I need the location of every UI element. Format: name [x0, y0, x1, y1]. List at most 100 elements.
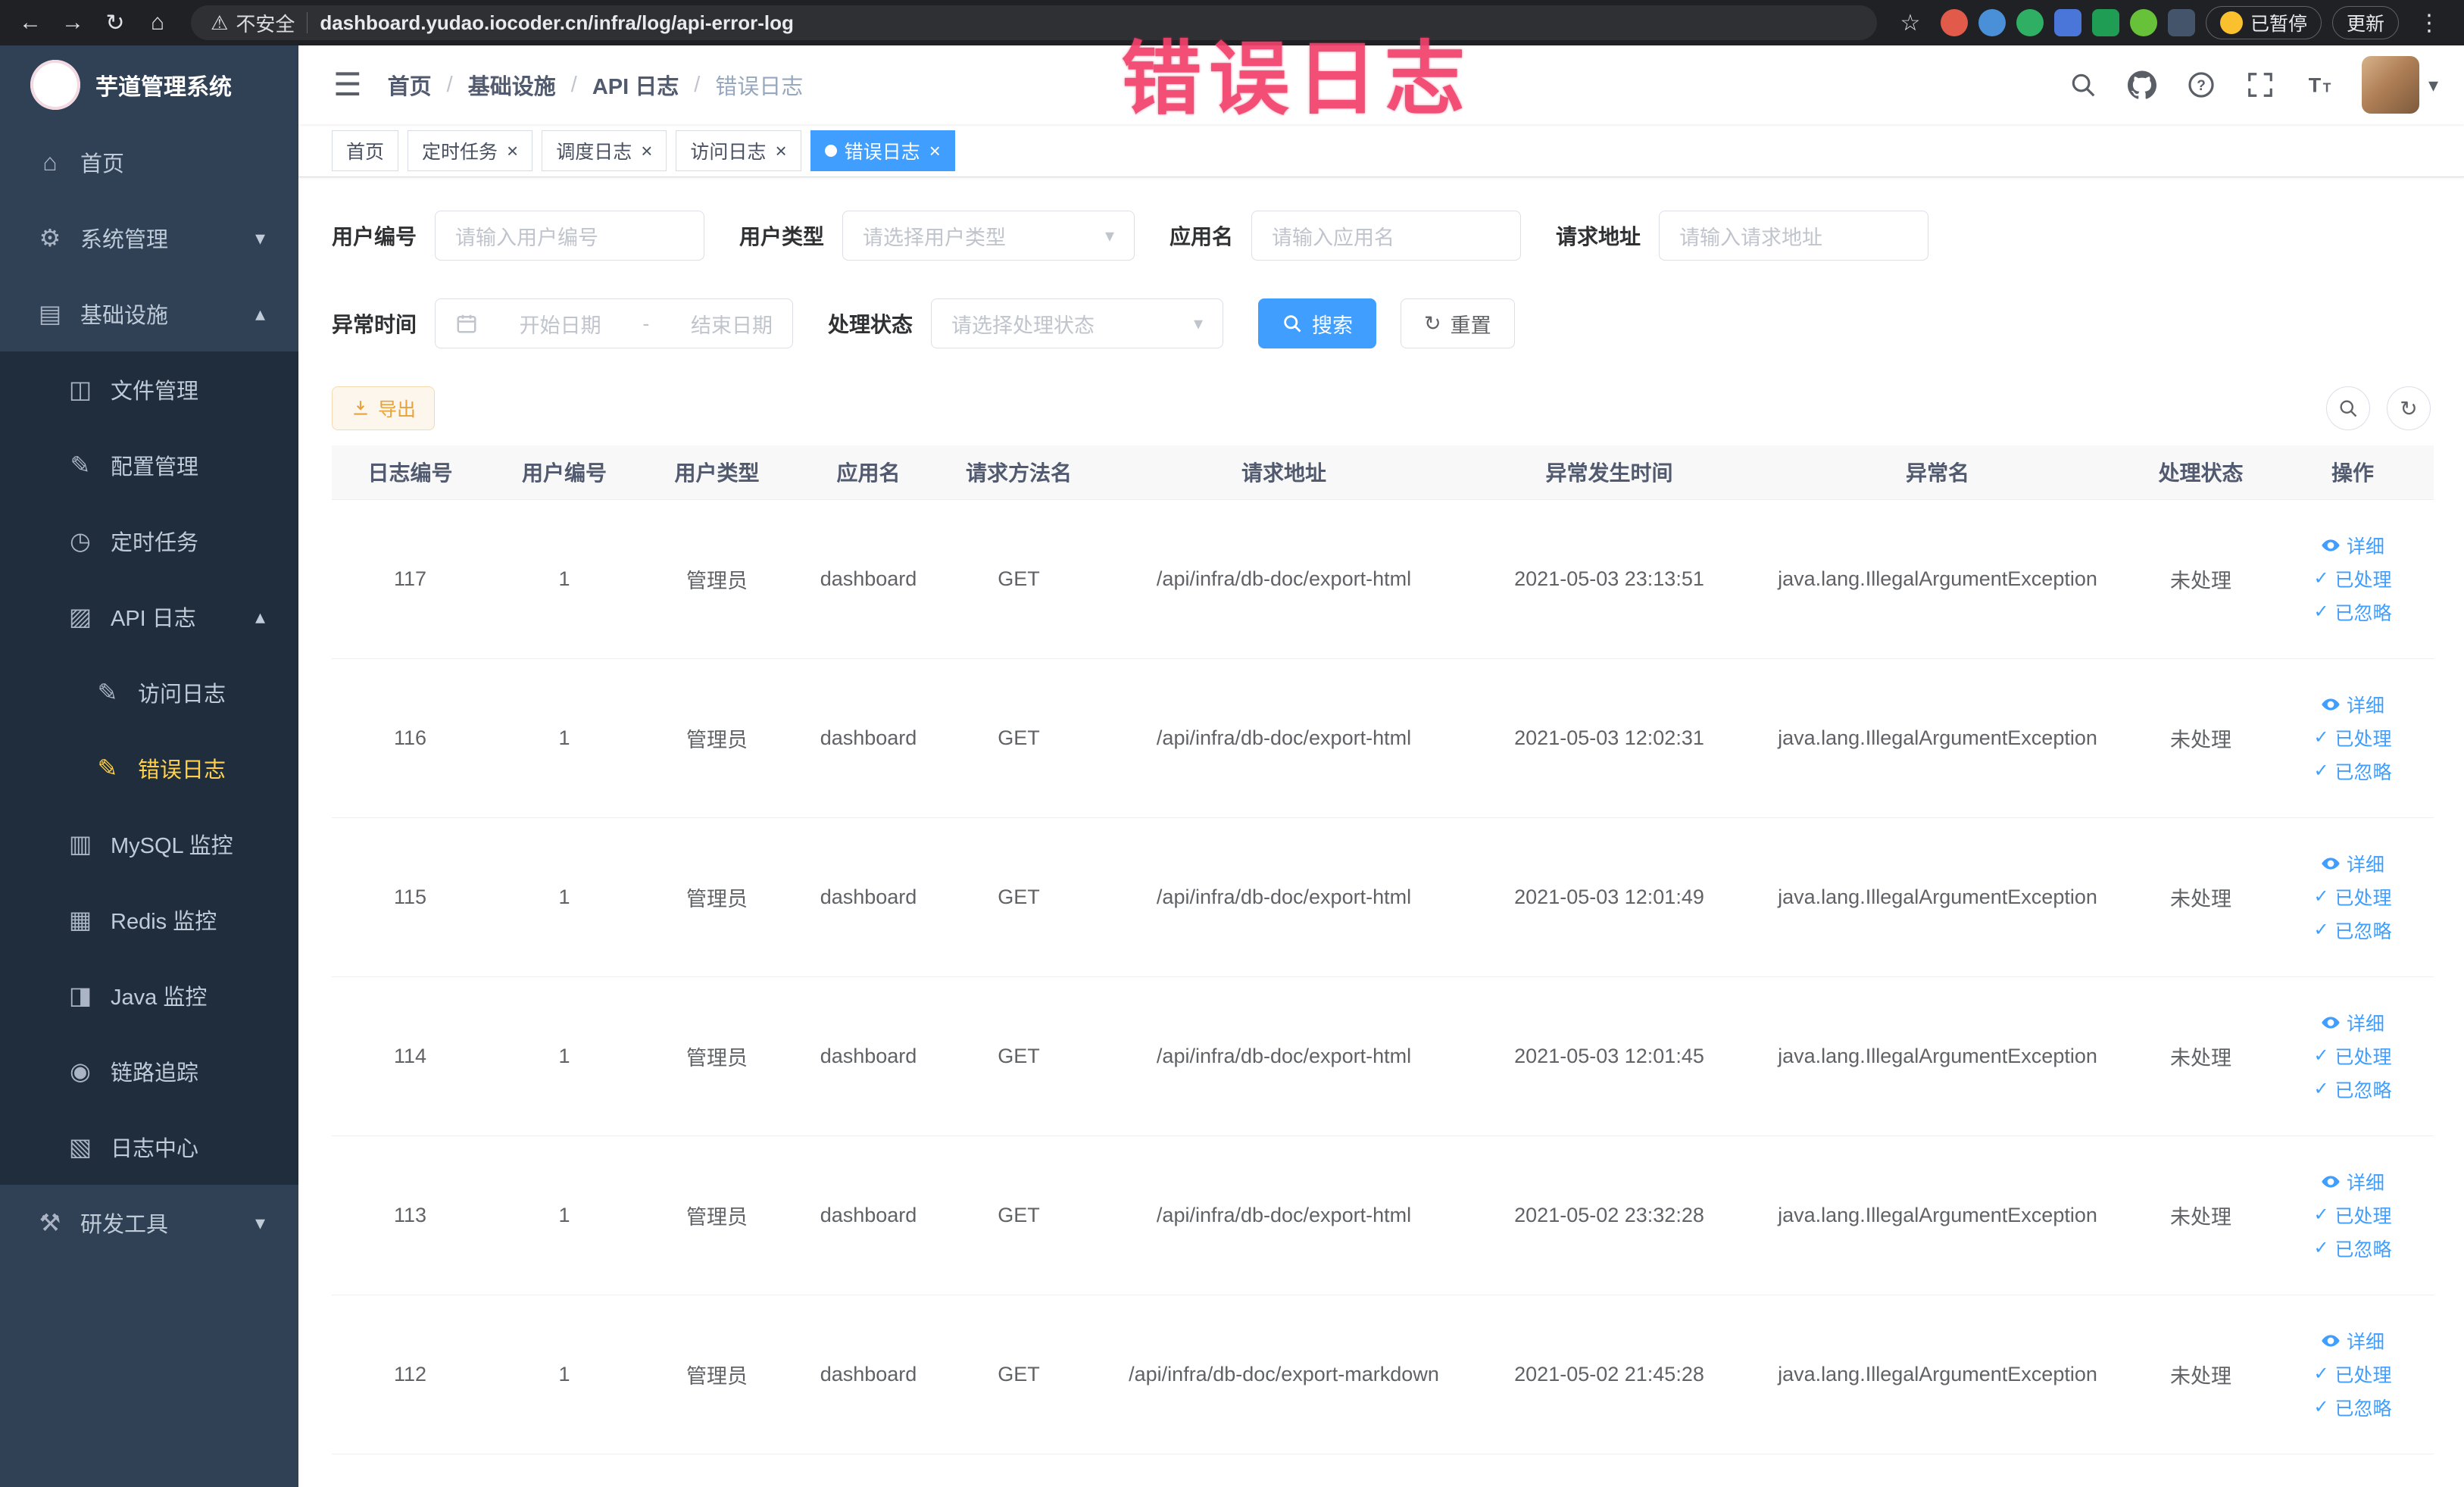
mark-processed-link[interactable]: ✓ 已处理	[2279, 1360, 2426, 1388]
sidebar-item[interactable]: ◷ 定时任务	[0, 503, 298, 579]
action-label: 已处理	[2334, 1047, 2392, 1068]
action-label: 已处理	[2334, 888, 2392, 909]
detail-link[interactable]: 详细	[2279, 1327, 2426, 1354]
sidebar-item[interactable]: ▥ MySQL 监控	[0, 806, 298, 882]
process-status-select[interactable]: 请选择处理状态 ▾	[931, 298, 1224, 348]
request-url-input[interactable]: 请输入请求地址	[1659, 211, 1929, 261]
breadcrumb-item[interactable]: 首页	[388, 69, 432, 101]
mark-ignored-link[interactable]: ✓ 已忽略	[2279, 1394, 2426, 1421]
search-toggle-button[interactable]	[2326, 386, 2370, 430]
sidebar-item[interactable]: ◫ 文件管理	[0, 351, 298, 427]
sidebar-item[interactable]: ⌂ 首页	[0, 124, 298, 200]
extension-icon[interactable]	[2167, 9, 2195, 36]
github-icon[interactable]	[2125, 68, 2159, 102]
extension-icon[interactable]	[2091, 9, 2119, 36]
sidebar-item-label: MySQL 监控	[111, 834, 233, 858]
tag-1[interactable]: 定时任务 ×	[408, 130, 533, 171]
fullscreen-icon[interactable]	[2244, 68, 2277, 102]
logo-image	[30, 60, 80, 110]
actions-cell: 详细 ✓ 已处理 ✓ 已忽略	[2272, 976, 2434, 1136]
not-secure-warning[interactable]: ⚠ 不安全	[211, 9, 295, 37]
address-bar[interactable]: ⚠ 不安全 dashboard.yudao.iocoder.cn/infra/l…	[191, 5, 1877, 40]
sidebar-item[interactable]: ▧ 日志中心	[0, 1109, 298, 1185]
mark-processed-link[interactable]: ✓ 已处理	[2279, 1201, 2426, 1229]
update-button[interactable]: 更新	[2331, 6, 2399, 39]
browser-menu-icon[interactable]: ⋮	[2409, 3, 2449, 42]
extension-icon[interactable]	[2053, 9, 2081, 36]
browser-home-icon[interactable]: ⌂	[138, 3, 177, 42]
sidebar-item[interactable]: ▤ 基础设施 ▴	[0, 276, 298, 351]
close-icon[interactable]: ×	[775, 141, 786, 161]
export-button[interactable]: 导出	[332, 386, 436, 430]
paused-badge[interactable]: 已暂停	[2205, 6, 2322, 39]
extension-icon[interactable]	[1940, 9, 1968, 36]
search-button[interactable]: 搜索	[1258, 298, 1377, 348]
refresh-button[interactable]: ↻	[2387, 386, 2431, 430]
app-logo[interactable]: 芋道管理系统	[0, 45, 298, 124]
close-icon[interactable]: ×	[641, 141, 652, 161]
hamburger-icon[interactable]: ☰	[333, 69, 362, 101]
sidebar-item[interactable]: ✎ 错误日志	[0, 730, 298, 806]
extension-icon[interactable]	[1978, 9, 2006, 36]
sidebar-item[interactable]: ◨ Java 监控	[0, 957, 298, 1033]
detail-link[interactable]: 详细	[2279, 691, 2426, 718]
detail-link[interactable]: 详细	[2279, 1168, 2426, 1195]
log-center-icon: ▧	[68, 1133, 92, 1161]
mark-processed-link[interactable]: ✓ 已处理	[2279, 1042, 2426, 1070]
close-icon[interactable]: ×	[507, 141, 518, 161]
user-id-input[interactable]: 请输入用户编号	[435, 211, 705, 261]
tag-2[interactable]: 调度日志 ×	[542, 130, 667, 171]
table-cell: 管理员	[640, 658, 794, 818]
svg-text:T: T	[2323, 80, 2331, 95]
mark-processed-link[interactable]: ✓ 已处理	[2279, 883, 2426, 911]
date-range-picker[interactable]: 开始日期 - 结束日期	[435, 298, 794, 348]
breadcrumb-item[interactable]: API 日志	[592, 69, 679, 101]
sidebar-item[interactable]: ⚙ 系统管理 ▾	[0, 200, 298, 276]
caret-down-icon: ▾	[2428, 73, 2438, 96]
check-icon: ✓	[2313, 1397, 2329, 1417]
column-header: 异常发生时间	[1473, 445, 1745, 500]
bookmark-star-icon[interactable]: ☆	[1891, 3, 1930, 42]
browser-reload-icon[interactable]: ↻	[95, 3, 135, 42]
sidebar-item[interactable]: ▨ API 日志 ▴	[0, 579, 298, 654]
extension-icon[interactable]	[2016, 9, 2044, 36]
mark-ignored-link[interactable]: ✓ 已忽略	[2279, 917, 2426, 944]
mark-ignored-link[interactable]: ✓ 已忽略	[2279, 1235, 2426, 1262]
mark-ignored-link[interactable]: ✓ 已忽略	[2279, 758, 2426, 785]
tag-active[interactable]: 错误日志 ×	[810, 130, 955, 171]
tag-0[interactable]: 首页	[332, 130, 399, 171]
reset-button[interactable]: ↻ 重置	[1401, 298, 1515, 348]
browser-forward-icon[interactable]: →	[53, 3, 92, 42]
app-name-input[interactable]: 请输入应用名	[1251, 211, 1522, 261]
process-status-placeholder: 请选择处理状态	[951, 314, 1095, 337]
close-icon[interactable]: ×	[929, 141, 941, 161]
sidebar-item[interactable]: ✎ 访问日志	[0, 654, 298, 730]
browser-back-icon[interactable]: ←	[11, 3, 50, 42]
sidebar-item[interactable]: ⚒ 研发工具 ▾	[0, 1185, 298, 1261]
action-label: 已忽略	[2334, 1239, 2392, 1261]
column-header: 处理状态	[2130, 445, 2272, 500]
user-avatar	[2361, 56, 2419, 114]
detail-link[interactable]: 详细	[2279, 532, 2426, 559]
tag-label: 访问日志	[690, 141, 767, 163]
mark-ignored-link[interactable]: ✓ 已忽略	[2279, 1076, 2426, 1103]
extension-icon[interactable]	[2129, 9, 2157, 36]
user-type-select[interactable]: 请选择用户类型 ▾	[842, 211, 1135, 261]
sidebar-item[interactable]: ✎ 配置管理	[0, 427, 298, 503]
mark-processed-link[interactable]: ✓ 已处理	[2279, 565, 2426, 592]
sidebar-item-label: 基础设施	[80, 304, 169, 328]
breadcrumb-item[interactable]: 基础设施	[468, 69, 556, 101]
help-icon[interactable]: ?	[2184, 68, 2218, 102]
tag-3[interactable]: 访问日志 ×	[676, 130, 801, 171]
sidebar-item[interactable]: ▦ Redis 监控	[0, 882, 298, 957]
user-id-field: 用户编号 请输入用户编号	[332, 211, 705, 261]
mark-processed-link[interactable]: ✓ 已处理	[2279, 724, 2426, 751]
search-icon[interactable]	[2066, 68, 2100, 102]
detail-link[interactable]: 详细	[2279, 1009, 2426, 1036]
font-size-icon[interactable]: TT	[2303, 68, 2336, 102]
mark-ignored-link[interactable]: ✓ 已忽略	[2279, 598, 2426, 626]
detail-link[interactable]: 详细	[2279, 850, 2426, 877]
user-menu[interactable]: ▾	[2361, 56, 2438, 114]
sidebar-item-label: 研发工具	[80, 1213, 169, 1237]
sidebar-item[interactable]: ◉ 链路追踪	[0, 1033, 298, 1109]
